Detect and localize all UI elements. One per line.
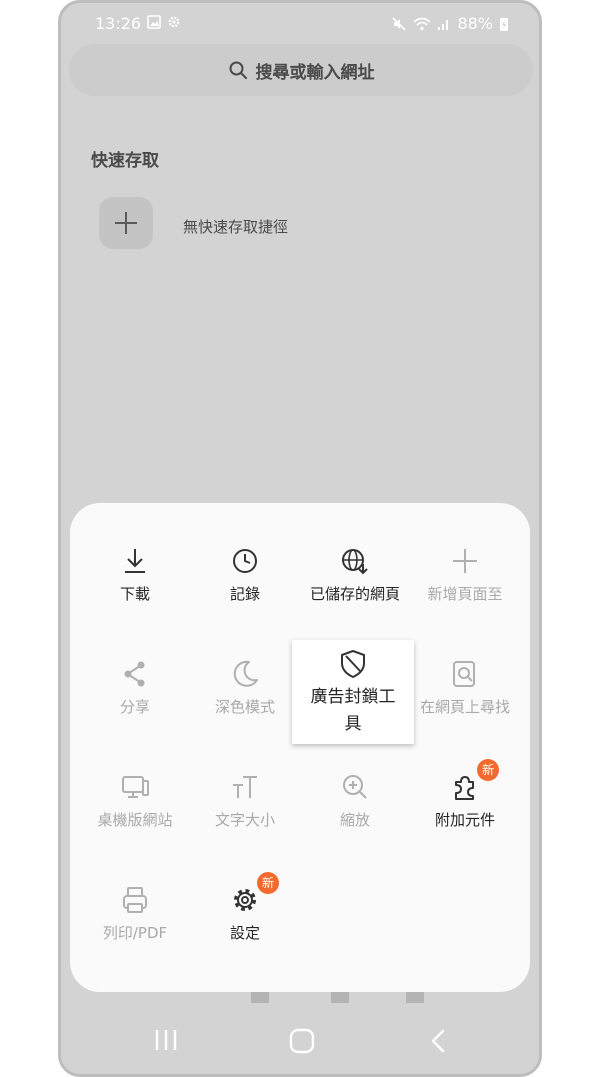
menu-item-share[interactable]: 分享: [80, 658, 190, 719]
menu-item-label: 新增頁面至: [427, 585, 503, 603]
menu-item-label: 桌機版網站: [97, 811, 173, 829]
signal-icon: [438, 19, 449, 30]
gallery-icon: [147, 15, 161, 29]
desktop-icon: [122, 776, 149, 798]
plus-icon: [115, 212, 137, 234]
menu-item-label: 廣告封鎖工具: [310, 687, 396, 734]
find-in-page-icon: [453, 661, 475, 687]
new-badge: 新: [257, 872, 279, 894]
menu-item-text-size[interactable]: 文字大小: [190, 771, 300, 832]
browser-menu-sheet: 下載 記錄 已儲存的網頁 新增頁面至 分享 深色模式 廣告封鎖工具 在網頁上尋找…: [70, 503, 530, 992]
menu-item-label: 已儲存的網頁: [309, 585, 400, 603]
zoom-in-icon: [343, 775, 367, 799]
puzzle-icon: [455, 776, 474, 800]
menu-item-label: 附加元件: [434, 811, 495, 829]
new-badge: 新: [477, 759, 499, 781]
menu-item-downloads[interactable]: 下載: [80, 545, 190, 606]
menu-item-dark-mode[interactable]: 深色模式: [190, 658, 300, 719]
menu-item-label: 文字大小: [214, 811, 275, 829]
menu-item-ad-blocker[interactable]: 廣告封鎖工具: [298, 648, 408, 738]
menu-item-label: 記錄: [229, 585, 260, 603]
share-icon: [124, 661, 145, 687]
menu-item-label: 列印/PDF: [102, 924, 168, 942]
menu-item-settings[interactable]: 新 設定: [190, 872, 300, 945]
quick-access-title: 快速存取: [91, 151, 159, 171]
menu-item-add-ons[interactable]: 新 附加元件: [410, 759, 520, 832]
battery-percent: 88%: [457, 14, 493, 33]
search-icon: [229, 61, 247, 79]
menu-item-desktop-site[interactable]: 桌機版網站: [80, 771, 190, 832]
search-placeholder: 搜尋或輸入網址: [255, 62, 375, 83]
status-bar: 13:26 88%: [61, 3, 539, 43]
shield-icon: [341, 650, 365, 678]
menu-item-saved-pages[interactable]: 已儲存的網頁: [300, 545, 410, 606]
moon-icon: [233, 660, 258, 687]
menu-item-label: 設定: [229, 924, 260, 942]
navigation-bar: [61, 1014, 539, 1074]
menu-item-label: 下載: [119, 585, 150, 603]
text-size-icon: [233, 776, 257, 798]
menu-item-add-page-to[interactable]: 新增頁面至: [410, 545, 520, 606]
recent-apps-button[interactable]: [153, 1028, 179, 1052]
plus-icon: [453, 549, 477, 573]
home-button[interactable]: [289, 1028, 315, 1054]
menu-item-label: 深色模式: [214, 698, 275, 716]
gear-icon: [234, 889, 256, 911]
menu-item-history[interactable]: 記錄: [190, 545, 300, 606]
menu-item-label: 分享: [119, 698, 150, 716]
battery-charging-icon: [500, 17, 508, 31]
clock-icon: [233, 549, 257, 573]
search-bar[interactable]: 搜尋或輸入網址: [69, 44, 533, 96]
saved-pages-globe-icon: [342, 549, 368, 575]
printer-icon: [123, 887, 147, 913]
wifi-icon: [413, 17, 431, 30]
download-icon: [125, 549, 145, 573]
quick-access-empty-text: 無快速存取捷徑: [183, 218, 289, 236]
menu-item-print-pdf[interactable]: 列印/PDF: [80, 884, 190, 945]
status-time: 13:26: [95, 14, 142, 33]
mute-icon: [392, 16, 407, 31]
back-button[interactable]: [429, 1028, 447, 1054]
menu-item-label: 在網頁上尋找: [419, 698, 510, 716]
add-quick-access-button[interactable]: [99, 197, 153, 249]
menu-item-find-in-page[interactable]: 在網頁上尋找: [410, 658, 520, 719]
menu-item-zoom[interactable]: 縮放: [300, 771, 410, 832]
menu-item-label: 縮放: [339, 811, 370, 829]
settings-status-icon: [168, 16, 180, 28]
